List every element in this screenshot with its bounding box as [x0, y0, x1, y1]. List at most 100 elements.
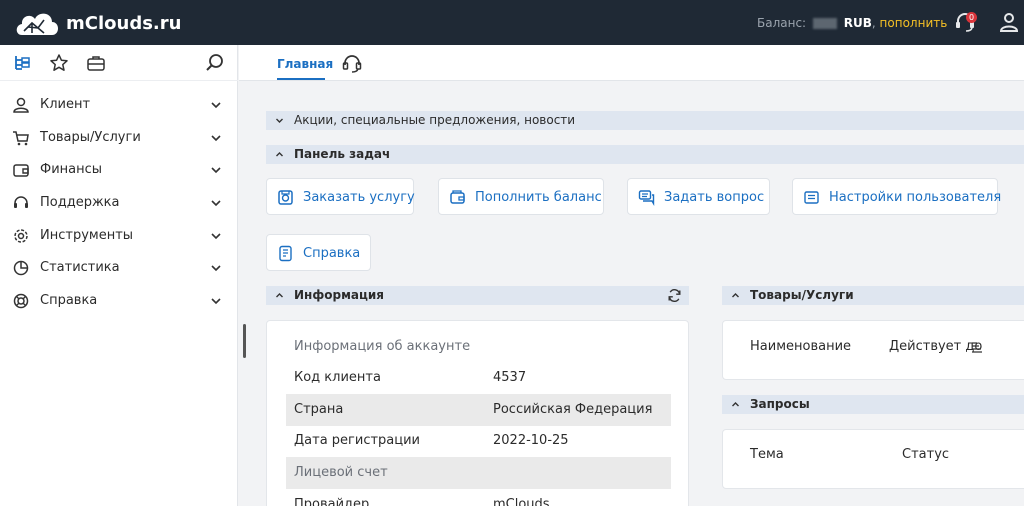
column-header-status[interactable]: Статус — [902, 447, 949, 462]
sidebar-item-label: Финансы — [40, 162, 103, 177]
tab-main[interactable]: Главная — [277, 57, 333, 71]
sidebar: Клиент Товары/Услуги Финансы Поддержка И… — [0, 45, 238, 506]
chevron-down-icon — [211, 298, 221, 305]
user-icon — [13, 97, 29, 113]
help-label: Справка — [303, 246, 361, 261]
user-settings-button[interactable]: Настройки пользователя — [792, 178, 1002, 215]
order-service-button[interactable]: Заказать услугу — [266, 178, 415, 215]
info-row: Лицевой счет — [286, 457, 671, 489]
notifications-badge: 0 — [966, 12, 977, 23]
sidebar-toolbar — [0, 45, 238, 81]
info-value: mClouds — [493, 497, 550, 506]
search-icon[interactable] — [205, 53, 225, 73]
sidebar-item-statistics[interactable]: Статистика — [0, 253, 238, 283]
document-icon — [279, 245, 292, 262]
refresh-icon[interactable] — [667, 288, 682, 303]
user-settings-label: Настройки пользователя — [829, 190, 1002, 205]
topup-balance-button[interactable]: Пополнить баланс — [438, 178, 604, 215]
chevron-down-icon — [211, 233, 221, 240]
cart-icon — [13, 131, 29, 146]
sidebar-item-products[interactable]: Товары/Услуги — [0, 123, 238, 153]
section-news-header[interactable]: Акции, специальные предложения, новости — [266, 111, 1024, 130]
info-key: Провайдер — [294, 497, 370, 506]
info-row: Дата регистрации 2022-10-25 — [286, 425, 671, 457]
wallet-icon — [13, 164, 29, 177]
sidebar-item-client[interactable]: Клиент — [0, 90, 238, 120]
column-header-valid-until[interactable]: Действует до — [889, 339, 982, 354]
section-tasks-title: Панель задач — [294, 147, 391, 161]
headset-icon — [14, 196, 28, 208]
help-button[interactable]: Справка — [266, 234, 371, 271]
info-row: Страна Российская Федерация — [286, 394, 671, 426]
balance-label: Баланс: — [757, 16, 807, 30]
info-key: Лицевой счет — [294, 465, 388, 480]
sidebar-item-help[interactable]: Справка — [0, 286, 238, 316]
section-info-header[interactable]: Информация — [266, 286, 689, 305]
topup-link[interactable]: пополнить — [880, 16, 948, 30]
top-bar: mClouds.ru Баланс: RUB, пополнить 0 — [0, 0, 1024, 45]
section-tasks-header[interactable]: Панель задач — [266, 145, 1024, 164]
ask-question-button[interactable]: Задать вопрос — [627, 178, 770, 215]
info-row: Код клиента 4537 — [286, 362, 671, 394]
chat-icon — [638, 190, 655, 206]
logo-text[interactable]: mClouds.ru — [66, 13, 181, 34]
tab-bar: Главная — [239, 45, 1024, 81]
sidebar-item-label: Поддержка — [40, 195, 120, 210]
sidebar-item-label: Справка — [40, 293, 98, 308]
info-key: Дата регистрации — [294, 433, 421, 448]
chevron-down-icon — [276, 118, 283, 123]
chevron-down-icon — [211, 135, 221, 142]
order-box-icon — [278, 190, 293, 205]
cloud-logo-icon[interactable] — [14, 9, 60, 37]
balance: Баланс: RUB, пополнить — [757, 16, 948, 30]
chevron-up-icon — [732, 402, 739, 407]
topup-balance-label: Пополнить баланс — [475, 190, 602, 205]
products-card: Наименование Действует до — [722, 320, 1024, 380]
user-icon[interactable] — [997, 10, 1021, 34]
tab-active-indicator — [277, 78, 325, 80]
sidebar-resize-handle[interactable] — [243, 324, 246, 358]
sidebar-item-label: Инструменты — [40, 228, 134, 243]
sort-icon[interactable] — [971, 341, 983, 353]
section-news-title: Акции, специальные предложения, новости — [294, 113, 576, 127]
chevron-down-icon — [211, 200, 221, 207]
chevron-up-icon — [732, 293, 739, 298]
sidebar-item-label: Клиент — [40, 97, 91, 112]
account-info-card: Информация об аккаунте Код клиента 4537 … — [266, 320, 689, 506]
chevron-down-icon — [211, 167, 221, 174]
info-key: Код клиента — [294, 370, 381, 385]
column-header-name[interactable]: Наименование — [750, 339, 851, 354]
sidebar-item-tools[interactable]: Инструменты — [0, 221, 238, 251]
info-value: 2022-10-25 — [493, 433, 569, 448]
ask-question-label: Задать вопрос — [664, 190, 765, 205]
account-info-title: Информация об аккаунте — [294, 339, 471, 354]
settings-list-icon — [804, 191, 819, 204]
sidebar-item-label: Товары/Услуги — [40, 130, 141, 145]
wallet-icon — [450, 190, 465, 204]
tree-icon[interactable] — [12, 53, 32, 73]
gear-icon — [14, 229, 28, 243]
sidebar-item-label: Статистика — [40, 260, 120, 275]
info-value: Российская Федерация — [493, 402, 653, 417]
info-value: 4537 — [493, 370, 527, 385]
order-service-label: Заказать услугу — [303, 190, 415, 205]
section-requests-title: Запросы — [750, 397, 810, 411]
chevron-up-icon — [276, 152, 283, 157]
column-header-topic[interactable]: Тема — [750, 447, 784, 462]
section-requests-header[interactable]: Запросы — [722, 395, 1024, 414]
briefcase-icon[interactable] — [86, 53, 106, 73]
section-products-title: Товары/Услуги — [750, 288, 854, 302]
pie-chart-icon — [13, 260, 29, 276]
sidebar-item-support[interactable]: Поддержка — [0, 188, 238, 218]
chevron-down-icon — [211, 102, 221, 109]
balance-amount-hidden — [812, 18, 837, 29]
balance-currency: RUB — [843, 16, 872, 30]
section-products-header[interactable]: Товары/Услуги — [722, 286, 1024, 305]
info-row-header: Информация об аккаунте — [286, 331, 671, 363]
chevron-up-icon — [276, 293, 283, 298]
headset-icon[interactable] — [341, 53, 363, 75]
info-row: Провайдер mClouds — [286, 489, 671, 506]
sidebar-item-finance[interactable]: Финансы — [0, 155, 238, 185]
star-icon[interactable] — [49, 53, 69, 73]
chevron-down-icon — [211, 265, 221, 272]
